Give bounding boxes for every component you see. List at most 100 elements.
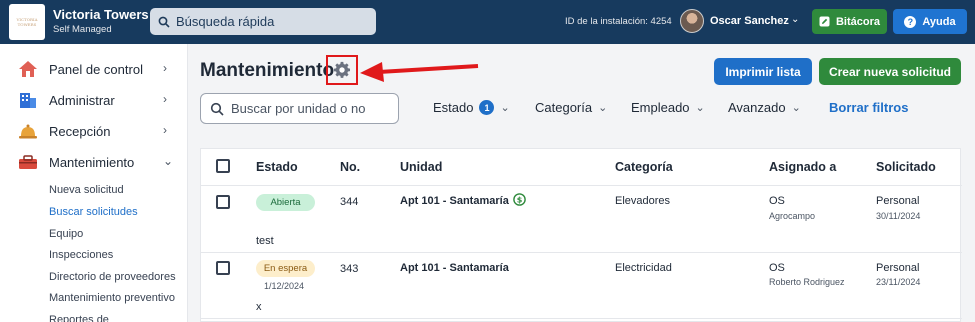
user-name[interactable]: Oscar Sanchez: [710, 15, 789, 27]
divider: [201, 185, 962, 186]
sidebar-item-mantenimiento[interactable]: Mantenimiento ⌄: [0, 149, 188, 175]
sidebar: Panel de control › Administrar › Recepci…: [0, 44, 188, 322]
row-note: x: [256, 301, 262, 313]
filter-count-badge: 1: [479, 100, 495, 115]
chevron-down-icon: ⌄: [163, 154, 174, 168]
sidebar-item-panel-de-control[interactable]: Panel de control ›: [0, 56, 188, 82]
chevron-down-icon: ⌄: [500, 102, 510, 114]
column-header-no[interactable]: No.: [340, 160, 360, 174]
building-icon: [20, 93, 36, 108]
requested-date: 30/11/2024: [876, 211, 921, 221]
annotation-arrow: [360, 62, 479, 82]
unit-link[interactable]: Apt 101 - Santamaría: [400, 262, 509, 274]
logo[interactable]: VICTORIA TOWERS: [9, 4, 45, 40]
search-icon: [158, 16, 170, 28]
chevron-right-icon: ›: [163, 123, 167, 137]
column-header-categoria[interactable]: Categoría: [615, 160, 673, 174]
brand: Victoria Towers Self Managed: [53, 7, 149, 35]
logo-text: VICTORIA TOWERS: [16, 17, 38, 27]
toolbox-icon: [19, 155, 37, 169]
quick-search-input[interactable]: Búsqueda rápida: [150, 8, 376, 35]
chevron-down-icon[interactable]: ⌄: [791, 14, 799, 25]
sidebar-subitem-directorio-proveedores[interactable]: Directorio de proveedores: [49, 271, 176, 283]
sidebar-subitem-inspecciones[interactable]: Inspecciones: [49, 249, 113, 261]
row-note: test: [256, 235, 274, 247]
assignee-initials: OS: [769, 195, 785, 207]
bell-icon: [19, 124, 37, 139]
row-checkbox[interactable]: [216, 261, 230, 275]
brand-sub: Self Managed: [53, 24, 112, 35]
clear-filters-link[interactable]: Borrar filtros: [829, 100, 908, 115]
help-label: Ayuda: [922, 15, 956, 28]
assignee-company: Roberto Rodriguez: [769, 277, 845, 287]
chevron-down-icon: ⌄: [791, 102, 801, 114]
chevron-down-icon: ⌄: [598, 102, 608, 114]
filter-label: Avanzado: [728, 100, 786, 115]
installation-id: ID de la instalación: 4254: [565, 16, 672, 27]
requested-type: Personal: [876, 262, 920, 274]
home-icon: [19, 61, 37, 77]
page-title: Mantenimiento: [200, 60, 335, 81]
gear-icon: [333, 61, 351, 78]
search-input[interactable]: Buscar por unidad o no: [200, 93, 399, 124]
top-bar: VICTORIA TOWERS Victoria Towers Self Man…: [0, 0, 975, 44]
requested-date: 23/11/2024: [876, 277, 921, 287]
search-icon: [210, 102, 224, 116]
assignee-company: Agrocampo: [769, 211, 816, 221]
svg-text:$: $: [517, 196, 523, 205]
row-checkbox[interactable]: [216, 195, 230, 209]
column-header-unidad[interactable]: Unidad: [400, 160, 442, 174]
chevron-down-icon: ⌄: [695, 102, 705, 114]
print-list-button[interactable]: Imprimir lista: [714, 58, 812, 85]
sidebar-subitem-buscar-solicitudes[interactable]: Buscar solicitudes: [49, 206, 138, 218]
quick-search-placeholder: Búsqueda rápida: [176, 14, 275, 29]
requests-table: Estado No. Unidad Categoría Asignado a S…: [200, 148, 962, 322]
column-header-asignado[interactable]: Asignado a: [769, 160, 836, 174]
filter-empleado[interactable]: Empleado ⌄: [631, 100, 705, 115]
sidebar-item-recepcion[interactable]: Recepción ›: [0, 118, 188, 144]
category-value: Electricidad: [615, 262, 672, 274]
divider: [201, 252, 962, 253]
assignee-initials: OS: [769, 262, 785, 274]
column-header-solicitado[interactable]: Solicitado: [876, 160, 936, 174]
status-badge: Abierta: [256, 194, 315, 211]
sidebar-subitem-reportes[interactable]: Reportes de: [49, 314, 109, 322]
unit-link[interactable]: Apt 101 - Santamaría: [400, 195, 509, 207]
sidebar-item-label: Administrar: [49, 93, 115, 108]
filter-label: Empleado: [631, 100, 690, 115]
sidebar-subitem-equipo[interactable]: Equipo: [49, 228, 83, 240]
sidebar-item-administrar[interactable]: Administrar ›: [0, 87, 188, 113]
category-value: Elevadores: [615, 195, 671, 207]
status-date: 1/12/2024: [264, 281, 305, 291]
request-number: 343: [340, 263, 359, 275]
settings-button[interactable]: [326, 55, 358, 85]
chevron-right-icon: ›: [163, 92, 167, 106]
sidebar-item-label: Recepción: [49, 124, 111, 139]
create-request-button[interactable]: Crear nueva solicitud: [819, 58, 961, 85]
divider: [201, 318, 962, 319]
bitacora-label: Bitácora: [835, 15, 881, 28]
dollar-circle-icon: $: [513, 193, 526, 206]
filter-avanzado[interactable]: Avanzado ⌄: [728, 100, 801, 115]
request-number: 344: [340, 196, 359, 208]
edit-icon: [819, 16, 830, 27]
filter-estado[interactable]: Estado 1 ⌄: [433, 100, 510, 115]
sidebar-item-label: Mantenimiento: [49, 155, 135, 170]
sidebar-subitem-mantenimiento-preventivo[interactable]: Mantenimiento preventivo: [49, 292, 175, 304]
filter-label: Categoría: [535, 100, 593, 115]
filter-label: Estado: [433, 100, 474, 115]
select-all-checkbox[interactable]: [216, 159, 230, 173]
filter-categoria[interactable]: Categoría ⌄: [535, 100, 607, 115]
sidebar-subitem-nueva-solicitud[interactable]: Nueva solicitud: [49, 184, 124, 196]
status-badge: En espera: [256, 260, 315, 277]
search-placeholder: Buscar por unidad o no: [231, 101, 366, 116]
requested-type: Personal: [876, 195, 920, 207]
question-icon: ?: [904, 15, 917, 28]
help-button[interactable]: ? Ayuda: [893, 9, 967, 34]
chevron-right-icon: ›: [163, 61, 167, 75]
avatar[interactable]: [680, 9, 704, 33]
brand-name: Victoria Towers: [53, 7, 149, 22]
bitacora-button[interactable]: Bitácora: [812, 9, 887, 34]
column-header-estado[interactable]: Estado: [256, 160, 298, 174]
sidebar-item-label: Panel de control: [49, 62, 143, 77]
